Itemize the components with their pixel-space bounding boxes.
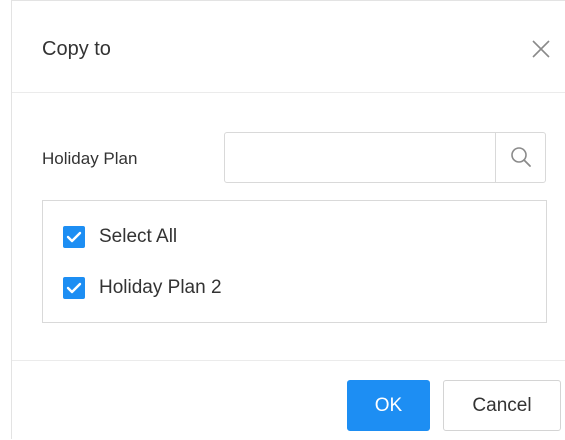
search-box [224,132,546,183]
holiday-plan-label: Holiday Plan [42,149,138,168]
holiday-plan-2-checkbox[interactable] [63,277,85,299]
select-all-checkbox[interactable] [63,226,85,248]
holiday-plan-2-label: Holiday Plan 2 [99,277,222,298]
check-icon [66,231,82,243]
check-icon [66,282,82,294]
copy-to-dialog: Copy to Holiday Plan Select All Holiday … [11,0,565,439]
select-all-label: Select All [99,226,178,247]
search-input[interactable] [225,133,495,182]
close-icon[interactable] [529,37,553,61]
search-icon [511,147,531,167]
dialog-title: Copy to [42,38,111,60]
holiday-plan-list: Select All Holiday Plan 2 [42,200,547,323]
cancel-button[interactable]: Cancel [443,380,561,431]
ok-button[interactable]: OK [347,380,430,431]
dialog-header: Copy to [12,1,565,93]
search-button[interactable] [495,133,545,182]
dialog-footer: OK Cancel [12,360,565,440]
